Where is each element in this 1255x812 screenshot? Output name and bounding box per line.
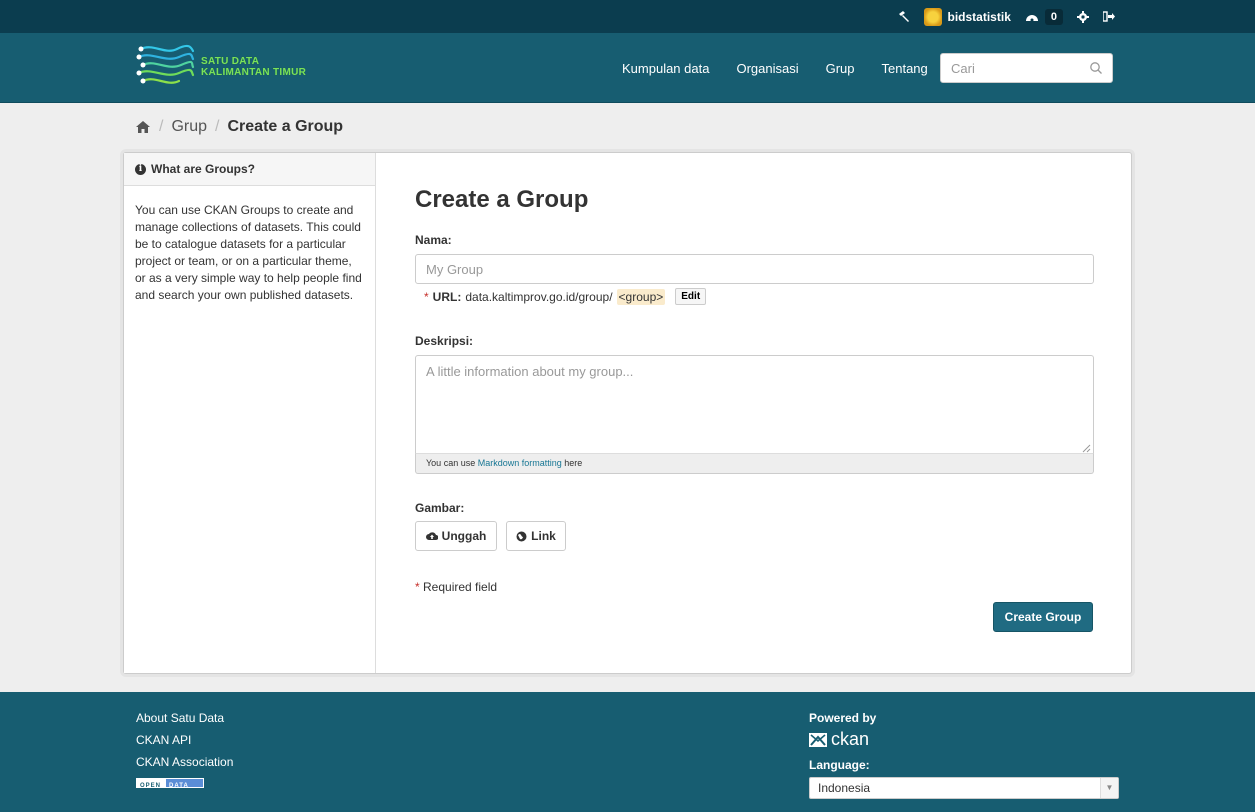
required-asterisk: * — [415, 580, 420, 594]
dashboard-icon — [1025, 12, 1039, 22]
upload-image-button[interactable]: Unggah — [415, 521, 497, 551]
user-link[interactable]: bidstatistik — [923, 7, 1011, 26]
breadcrumb-separator: / — [159, 118, 164, 135]
url-label: URL: — [432, 289, 462, 304]
description-textarea[interactable] — [415, 355, 1094, 455]
nav-item-datasets[interactable]: Kumpulan data — [622, 61, 709, 76]
masthead: SATU DATA KALIMANTAN TIMUR Kumpulan data… — [0, 33, 1255, 103]
edit-url-button[interactable]: Edit — [675, 288, 707, 305]
username-label: bidstatistik — [947, 9, 1011, 24]
footer-link-api[interactable]: CKAN API — [136, 733, 233, 748]
content-wrapper: i What are Groups? You can use CKAN Grou… — [123, 152, 1132, 674]
home-icon[interactable] — [135, 120, 151, 134]
url-slug: <group> — [616, 288, 666, 305]
page-title: Create a Group — [415, 186, 589, 213]
logout-icon[interactable] — [1103, 11, 1115, 22]
open-data-right: DATA — [165, 778, 204, 789]
breadcrumb-groups[interactable]: Grup — [171, 118, 207, 136]
url-preview: * URL: data.kaltimprov.go.id/group/<grou… — [424, 288, 707, 305]
open-data-left: OPEN — [136, 778, 166, 789]
markdown-hint-pre: You can use — [426, 458, 478, 468]
image-label: Gambar: — [415, 501, 465, 515]
logo-line1: SATU DATA — [201, 56, 260, 67]
account-bar: bidstatistik 0 — [0, 0, 1255, 33]
name-label: Nama: — [415, 233, 452, 247]
account-masthead: bidstatistik 0 — [898, 0, 1115, 33]
language-label: Language: — [809, 758, 870, 772]
open-data-badge[interactable]: OPEN DATA — [136, 778, 204, 789]
info-icon: i — [135, 163, 146, 175]
settings-gear-icon[interactable] — [1077, 10, 1089, 23]
logo-text: SATU DATA KALIMANTAN TIMUR — [201, 56, 306, 78]
required-field-note: * Required field — [415, 580, 497, 594]
nav-item-groups[interactable]: Grup — [826, 61, 855, 76]
powered-by-label: Powered by — [809, 711, 877, 725]
dashboard-count-badge: 0 — [1044, 8, 1063, 25]
ckan-logo[interactable]: ckan — [809, 729, 869, 750]
footer-link-about[interactable]: About Satu Data — [136, 711, 233, 726]
search-input[interactable] — [941, 54, 1081, 82]
nav-item-organizations[interactable]: Organisasi — [736, 61, 798, 76]
site-logo[interactable]: SATU DATA KALIMANTAN TIMUR — [135, 39, 335, 95]
logo-line2: KALIMANTAN TIMUR — [201, 67, 307, 78]
language-select[interactable]: Indonesia ▼ — [809, 777, 1119, 799]
breadcrumb-separator: / — [215, 118, 220, 135]
globe-icon — [516, 531, 527, 541]
markdown-hint: You can use Markdown formatting here — [415, 453, 1094, 474]
markdown-hint-post: here — [561, 458, 583, 468]
main-form-area: Create a Group Nama: * URL: data.kaltimp… — [377, 153, 1131, 673]
ckan-icon — [809, 732, 827, 747]
user-avatar — [923, 7, 942, 26]
required-note-text: Required field — [423, 580, 498, 594]
sidebar-description: You can use CKAN Groups to create and ma… — [135, 203, 362, 302]
logo-circuit-icon — [136, 44, 195, 84]
description-label: Deskripsi: — [415, 334, 474, 348]
footer-links: About Satu Data CKAN API CKAN Associatio… — [136, 711, 233, 789]
resize-handle-icon[interactable] — [1081, 443, 1091, 453]
site-footer: About Satu Data CKAN API CKAN Associatio… — [0, 692, 1255, 812]
site-search — [940, 53, 1113, 83]
markdown-link[interactable]: Markdown formatting — [478, 458, 562, 468]
breadcrumb-current[interactable]: Create a Group — [227, 118, 343, 136]
create-group-button[interactable]: Create Group — [993, 602, 1093, 632]
dashboard-link[interactable]: 0 — [1025, 8, 1063, 25]
select-arrow-icon: ▼ — [1100, 778, 1118, 798]
language-value: Indonesia — [818, 781, 871, 795]
ckan-text: ckan — [831, 729, 870, 749]
group-name-input[interactable] — [415, 254, 1094, 284]
nav-item-about[interactable]: Tentang — [882, 61, 928, 76]
link-image-button[interactable]: Link — [506, 521, 566, 551]
sysadmin-hammer-icon[interactable] — [898, 10, 910, 23]
footer-link-association[interactable]: CKAN Association — [136, 755, 233, 770]
sidebar-title: What are Groups? — [151, 162, 256, 176]
url-prefix: data.kaltimprov.go.id/group/ — [465, 289, 613, 304]
cloud-upload-icon — [425, 532, 438, 540]
link-label: Link — [531, 529, 556, 543]
upload-label: Unggah — [441, 529, 487, 543]
required-asterisk: * — [424, 289, 429, 304]
main-nav: Kumpulan data Organisasi Grup Tentang — [622, 33, 955, 103]
search-icon[interactable] — [1089, 61, 1103, 75]
breadcrumb: / Grup / Create a Group — [135, 118, 343, 136]
sidebar: i What are Groups? You can use CKAN Grou… — [124, 153, 376, 673]
sidebar-heading: i What are Groups? — [124, 153, 375, 186]
